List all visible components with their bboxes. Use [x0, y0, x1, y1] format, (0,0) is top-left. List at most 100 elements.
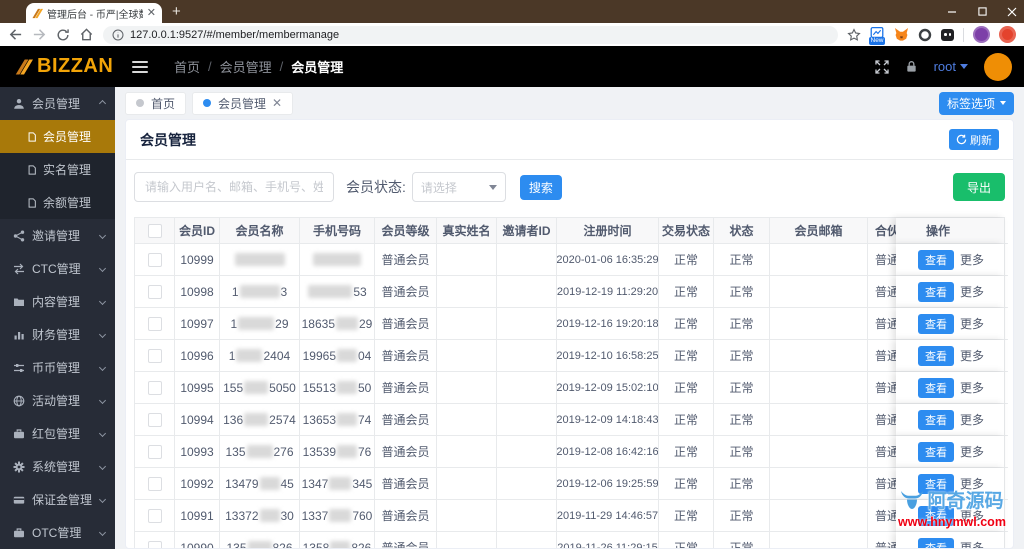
row-checkbox[interactable]	[147, 316, 162, 331]
export-button[interactable]: 导出	[952, 173, 1005, 201]
real-name-cell	[437, 372, 497, 404]
sidebar-item-3[interactable]: 内容管理	[0, 285, 115, 318]
row-checkbox[interactable]	[147, 540, 162, 548]
sidebar-item-10[interactable]: OTC管理	[0, 516, 115, 549]
profile-avatar-purple[interactable]	[973, 26, 990, 43]
view-button[interactable]: 查看	[918, 537, 954, 548]
sidebar-subitem-实名管理[interactable]: 实名管理	[0, 153, 115, 186]
back-icon[interactable]	[8, 27, 23, 42]
row-checkbox[interactable]	[147, 476, 162, 491]
username: root	[933, 59, 956, 74]
browser-tab[interactable]: 管理后台 - 币严|全球数字资产交 ✕	[26, 3, 162, 23]
more-link[interactable]: 更多	[960, 347, 984, 364]
more-link[interactable]: 更多	[960, 283, 984, 300]
view-button[interactable]: 查看	[918, 441, 954, 462]
extension-new-icon[interactable]: New	[869, 27, 886, 45]
trade-status-cell: 正常	[659, 308, 714, 340]
sidebar-item-2[interactable]: CTC管理	[0, 252, 115, 285]
more-link[interactable]: 更多	[960, 475, 984, 492]
view-button[interactable]: 查看	[918, 409, 954, 430]
more-link[interactable]: 更多	[960, 315, 984, 332]
profile-avatar-red[interactable]	[999, 26, 1016, 43]
chevron-down-icon	[98, 264, 107, 273]
inviter-cell	[497, 244, 557, 276]
more-link[interactable]: 更多	[960, 251, 984, 268]
sidebar-item-7[interactable]: 红包管理	[0, 417, 115, 450]
reg-time-cell: 2019-12-08 16:42:16	[557, 436, 659, 468]
tab-close-icon[interactable]: ✕	[272, 96, 282, 110]
column-header: 邀请者ID	[497, 218, 557, 244]
window-minimize-button[interactable]	[946, 6, 958, 18]
row-checkbox[interactable]	[147, 348, 162, 363]
forward-icon[interactable]	[32, 27, 47, 42]
status-select[interactable]: 请选择	[411, 172, 506, 202]
member-level-cell: 普通会员	[375, 372, 437, 404]
row-checkbox[interactable]	[147, 444, 162, 459]
censored-blur	[337, 349, 357, 362]
more-link[interactable]: 更多	[960, 507, 984, 524]
sidebar-item-6[interactable]: 活动管理	[0, 384, 115, 417]
avatar[interactable]	[984, 52, 1012, 81]
real-name-cell	[437, 468, 497, 500]
sidebar-subitem-余额管理[interactable]: 余额管理	[0, 186, 115, 219]
email-cell	[770, 372, 868, 404]
hamburger-menu-icon[interactable]	[132, 60, 148, 73]
sidebar-item-4[interactable]: 财务管理	[0, 318, 115, 351]
more-link[interactable]: 更多	[960, 379, 984, 396]
fullscreen-icon[interactable]	[874, 59, 889, 74]
sidebar-item-0[interactable]: 会员管理	[0, 87, 115, 120]
view-button[interactable]: 查看	[918, 505, 954, 526]
lock-icon[interactable]	[905, 60, 918, 73]
sidebar-item-1[interactable]: 邀请管理	[0, 219, 115, 252]
row-checkbox[interactable]	[147, 508, 162, 523]
url-bar[interactable]: 127.0.0.1:9527/#/member/membermanage	[103, 25, 838, 44]
inviter-cell	[497, 372, 557, 404]
sidebar-item-9[interactable]: 保证金管理	[0, 483, 115, 516]
sidebar-item-8[interactable]: 系统管理	[0, 450, 115, 483]
tab-member-manage[interactable]: 会员管理 ✕	[192, 91, 294, 115]
view-button[interactable]: 查看	[918, 345, 954, 366]
site-info-icon[interactable]	[112, 29, 124, 41]
row-checkbox[interactable]	[147, 223, 162, 238]
home-icon[interactable]	[79, 27, 94, 42]
member-id-cell: 10998	[175, 276, 220, 308]
view-button[interactable]: 查看	[918, 313, 954, 334]
more-link[interactable]: 更多	[960, 539, 984, 548]
row-checkbox[interactable]	[147, 412, 162, 427]
view-button[interactable]: 查看	[918, 249, 954, 270]
sidebar-subitem-会员管理[interactable]: 会员管理	[0, 120, 115, 153]
more-link[interactable]: 更多	[960, 443, 984, 460]
tab-home[interactable]: 首页	[125, 91, 187, 115]
search-button[interactable]: 搜索	[519, 174, 562, 200]
more-link[interactable]: 更多	[960, 411, 984, 428]
member-phone-cell: 13653 74	[300, 404, 375, 436]
reg-time-cell: 2020-01-06 16:35:29	[557, 244, 659, 276]
extension-dark-icon[interactable]	[941, 28, 954, 41]
extension-ring-icon[interactable]	[918, 28, 932, 42]
reload-icon[interactable]	[56, 28, 70, 42]
window-maximize-button[interactable]	[976, 6, 988, 18]
tab-close-icon[interactable]: ✕	[147, 7, 156, 19]
row-checkbox[interactable]	[147, 252, 162, 267]
new-tab-button[interactable]: +	[172, 3, 181, 20]
row-checkbox[interactable]	[147, 284, 162, 299]
metamask-icon[interactable]	[894, 27, 909, 42]
member-level-cell: 普通会员	[375, 436, 437, 468]
breadcrumb-home[interactable]: 首页	[174, 57, 200, 76]
member-id-cell: 10997	[175, 308, 220, 340]
tag-options-button[interactable]: 标签选项	[938, 91, 1014, 115]
row-checkbox[interactable]	[147, 380, 162, 395]
member-id-cell: 10996	[175, 340, 220, 372]
user-menu[interactable]: root	[934, 59, 968, 74]
window-close-button[interactable]	[1006, 6, 1018, 18]
censored-blur	[259, 477, 280, 490]
breadcrumb-member[interactable]: 会员管理	[220, 57, 272, 76]
page-title: 会员管理	[140, 131, 196, 148]
view-button[interactable]: 查看	[918, 473, 954, 494]
refresh-button[interactable]: 刷新	[949, 129, 999, 150]
view-button[interactable]: 查看	[918, 281, 954, 302]
search-input[interactable]	[134, 172, 334, 202]
bookmark-star-icon[interactable]	[847, 27, 861, 42]
sidebar-item-5[interactable]: 币币管理	[0, 351, 115, 384]
view-button[interactable]: 查看	[918, 377, 954, 398]
